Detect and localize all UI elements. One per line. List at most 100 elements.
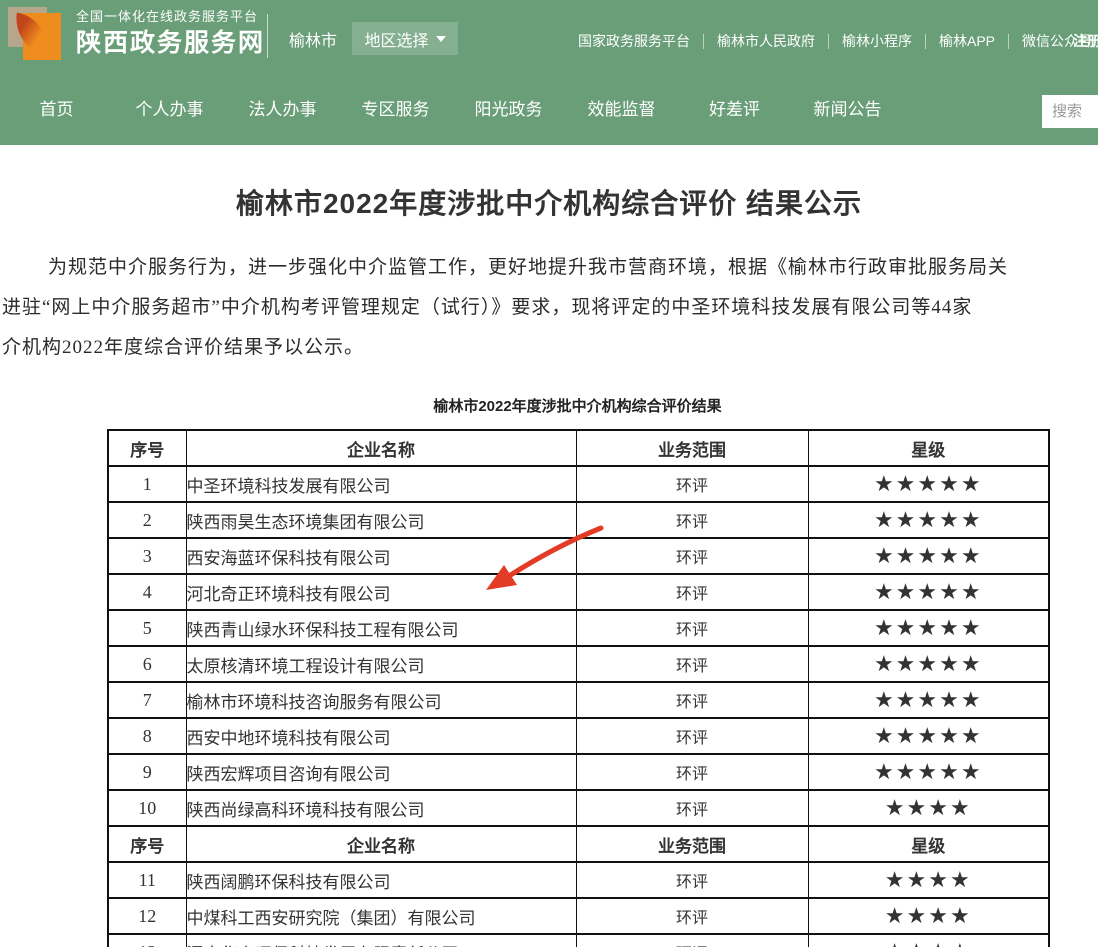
search-input[interactable] xyxy=(1042,95,1098,128)
announcement-paragraph: 为规范中介服务行为，进一步强化中介监管工作，更好地提升我市营商环境，根据《榆林市… xyxy=(0,248,1098,368)
cell-name: 陕西雨昊生态环境集团有限公司 xyxy=(186,502,576,538)
search-box xyxy=(1042,95,1098,128)
nav-item-首页[interactable]: 首页 xyxy=(0,95,113,120)
cell-no: 3 xyxy=(108,538,186,574)
column-header: 业务范围 xyxy=(576,430,808,466)
nav-item-新闻公告[interactable]: 新闻公告 xyxy=(791,95,904,120)
link-separator xyxy=(703,34,704,49)
header-link[interactable]: 榆林小程序 xyxy=(842,31,912,51)
table-row: 13渭南华山环保科技发展有限责任公司环评★★★★ xyxy=(108,934,1049,947)
table-row: 6太原核清环境工程设计有限公司环评★★★★★ xyxy=(108,646,1049,682)
cell-name: 渭南华山环保科技发展有限责任公司 xyxy=(186,934,576,947)
link-separator xyxy=(925,34,926,49)
site-logo[interactable] xyxy=(8,6,64,62)
table-row: 5陕西青山绿水环保科技工程有限公司环评★★★★★ xyxy=(108,610,1049,646)
cell-scope: 环评 xyxy=(576,754,808,790)
brand-block: 全国一体化在线政务服务平台 陕西政务服务网 xyxy=(76,10,265,56)
cell-name: 陕西阔鹏环保科技有限公司 xyxy=(186,862,576,898)
cell-name: 西安海蓝环保科技有限公司 xyxy=(186,538,576,574)
nav-item-法人办事[interactable]: 法人办事 xyxy=(226,95,339,120)
cell-scope: 环评 xyxy=(576,502,808,538)
main-nav: 首页个人办事法人办事专区服务阳光政务效能监督好差评新闻公告 xyxy=(0,95,904,120)
table-row: 3西安海蓝环保科技有限公司环评★★★★★ xyxy=(108,538,1049,574)
cell-stars: ★★★★★ xyxy=(808,682,1049,718)
cell-name: 陕西青山绿水环保科技工程有限公司 xyxy=(186,610,576,646)
link-separator xyxy=(828,34,829,49)
cell-stars: ★★★★★ xyxy=(808,718,1049,754)
platform-tagline: 全国一体化在线政务服务平台 xyxy=(76,10,265,23)
paragraph-line: 为规范中介服务行为，进一步强化中介监管工作，更好地提升我市营商环境，根据《榆林市… xyxy=(0,248,1098,288)
cell-stars: ★★★★ xyxy=(808,790,1049,826)
cell-name: 中圣环境科技发展有限公司 xyxy=(186,466,576,502)
cell-name: 榆林市环境科技咨询服务有限公司 xyxy=(186,682,576,718)
site-header: 全国一体化在线政务服务平台 陕西政务服务网 榆林市 地区选择 国家政务服务平台 榆… xyxy=(0,0,1098,145)
nav-item-个人办事[interactable]: 个人办事 xyxy=(113,95,226,120)
column-header: 序号 xyxy=(108,430,186,466)
cell-stars: ★★★★★ xyxy=(808,646,1049,682)
cell-no: 13 xyxy=(108,934,186,947)
column-header: 星级 xyxy=(808,430,1049,466)
column-header: 企业名称 xyxy=(186,826,576,862)
header-link[interactable]: 榆林APP xyxy=(939,31,995,51)
column-header: 星级 xyxy=(808,826,1049,862)
cell-stars: ★★★★★ xyxy=(808,538,1049,574)
cell-scope: 环评 xyxy=(576,466,808,502)
cell-no: 1 xyxy=(108,466,186,502)
column-header: 业务范围 xyxy=(576,826,808,862)
cell-stars: ★★★★★ xyxy=(808,610,1049,646)
cell-stars: ★★★★★ xyxy=(808,466,1049,502)
table-row: 12中煤科工西安研究院（集团）有限公司环评★★★★ xyxy=(108,898,1049,934)
cell-scope: 环评 xyxy=(576,898,808,934)
cell-stars: ★★★★★ xyxy=(808,574,1049,610)
nav-item-效能监督[interactable]: 效能监督 xyxy=(565,95,678,120)
header-link[interactable]: 国家政务服务平台 xyxy=(578,31,690,51)
cell-no: 10 xyxy=(108,790,186,826)
table-header-row: 序号企业名称业务范围星级 xyxy=(108,430,1049,466)
site-name: 陕西政务服务网 xyxy=(76,31,265,56)
chevron-down-icon xyxy=(436,36,446,42)
cell-no: 12 xyxy=(108,898,186,934)
table-row: 10陕西尚绿高科环境科技有限公司环评★★★★ xyxy=(108,790,1049,826)
table-row: 4河北奇正环境科技有限公司环评★★★★★ xyxy=(108,574,1049,610)
cell-scope: 环评 xyxy=(576,934,808,947)
brand-divider xyxy=(267,14,268,58)
table-row: 11陕西阔鹏环保科技有限公司环评★★★★ xyxy=(108,862,1049,898)
column-header: 企业名称 xyxy=(186,430,576,466)
region-selector-label: 地区选择 xyxy=(364,27,428,51)
page-title: 榆林市2022年度涉批中介机构综合评价 结果公示 xyxy=(0,182,1098,222)
page: 全国一体化在线政务服务平台 陕西政务服务网 榆林市 地区选择 国家政务服务平台榆… xyxy=(0,0,1098,947)
cell-name: 陕西宏辉项目咨询有限公司 xyxy=(186,754,576,790)
cell-stars: ★★★★ xyxy=(808,934,1049,947)
cell-no: 11 xyxy=(108,862,186,898)
table-header-row: 序号企业名称业务范围星级 xyxy=(108,826,1049,862)
nav-item-好差评[interactable]: 好差评 xyxy=(678,95,791,120)
paragraph-line: 介机构2022年度综合评价结果予以公示。 xyxy=(0,328,1098,368)
cell-stars: ★★★★ xyxy=(808,898,1049,934)
cell-scope: 环评 xyxy=(576,862,808,898)
cell-stars: ★★★★★ xyxy=(808,502,1049,538)
column-header: 序号 xyxy=(108,826,186,862)
cell-no: 7 xyxy=(108,682,186,718)
cell-scope: 环评 xyxy=(576,790,808,826)
cell-name: 陕西尚绿高科环境科技有限公司 xyxy=(186,790,576,826)
cell-no: 8 xyxy=(108,718,186,754)
cell-stars: ★★★★ xyxy=(808,862,1049,898)
paragraph-line: 进驻“网上中介服务超市”中介机构考评管理规定（试行）》要求，现将评定的中圣环境科… xyxy=(0,288,1098,328)
table-row: 1中圣环境科技发展有限公司环评★★★★★ xyxy=(108,466,1049,502)
cell-scope: 环评 xyxy=(576,646,808,682)
cell-no: 2 xyxy=(108,502,186,538)
nav-item-专区服务[interactable]: 专区服务 xyxy=(339,95,452,120)
cell-no: 9 xyxy=(108,754,186,790)
region-selector-button[interactable]: 地区选择 xyxy=(352,22,458,55)
register-link[interactable]: 注册 xyxy=(1073,31,1098,51)
nav-item-阳光政务[interactable]: 阳光政务 xyxy=(452,95,565,120)
cell-scope: 环评 xyxy=(576,538,808,574)
current-city-label: 榆林市 xyxy=(289,27,337,51)
cell-no: 5 xyxy=(108,610,186,646)
top-links: 国家政务服务平台榆林市人民政府榆林小程序榆林APP微信公众号 xyxy=(578,31,1092,51)
header-link[interactable]: 榆林市人民政府 xyxy=(717,31,815,51)
evaluation-table: 序号企业名称业务范围星级1中圣环境科技发展有限公司环评★★★★★2陕西雨昊生态环… xyxy=(107,429,1050,947)
table-row: 7榆林市环境科技咨询服务有限公司环评★★★★★ xyxy=(108,682,1049,718)
cell-scope: 环评 xyxy=(576,718,808,754)
cell-scope: 环评 xyxy=(576,610,808,646)
